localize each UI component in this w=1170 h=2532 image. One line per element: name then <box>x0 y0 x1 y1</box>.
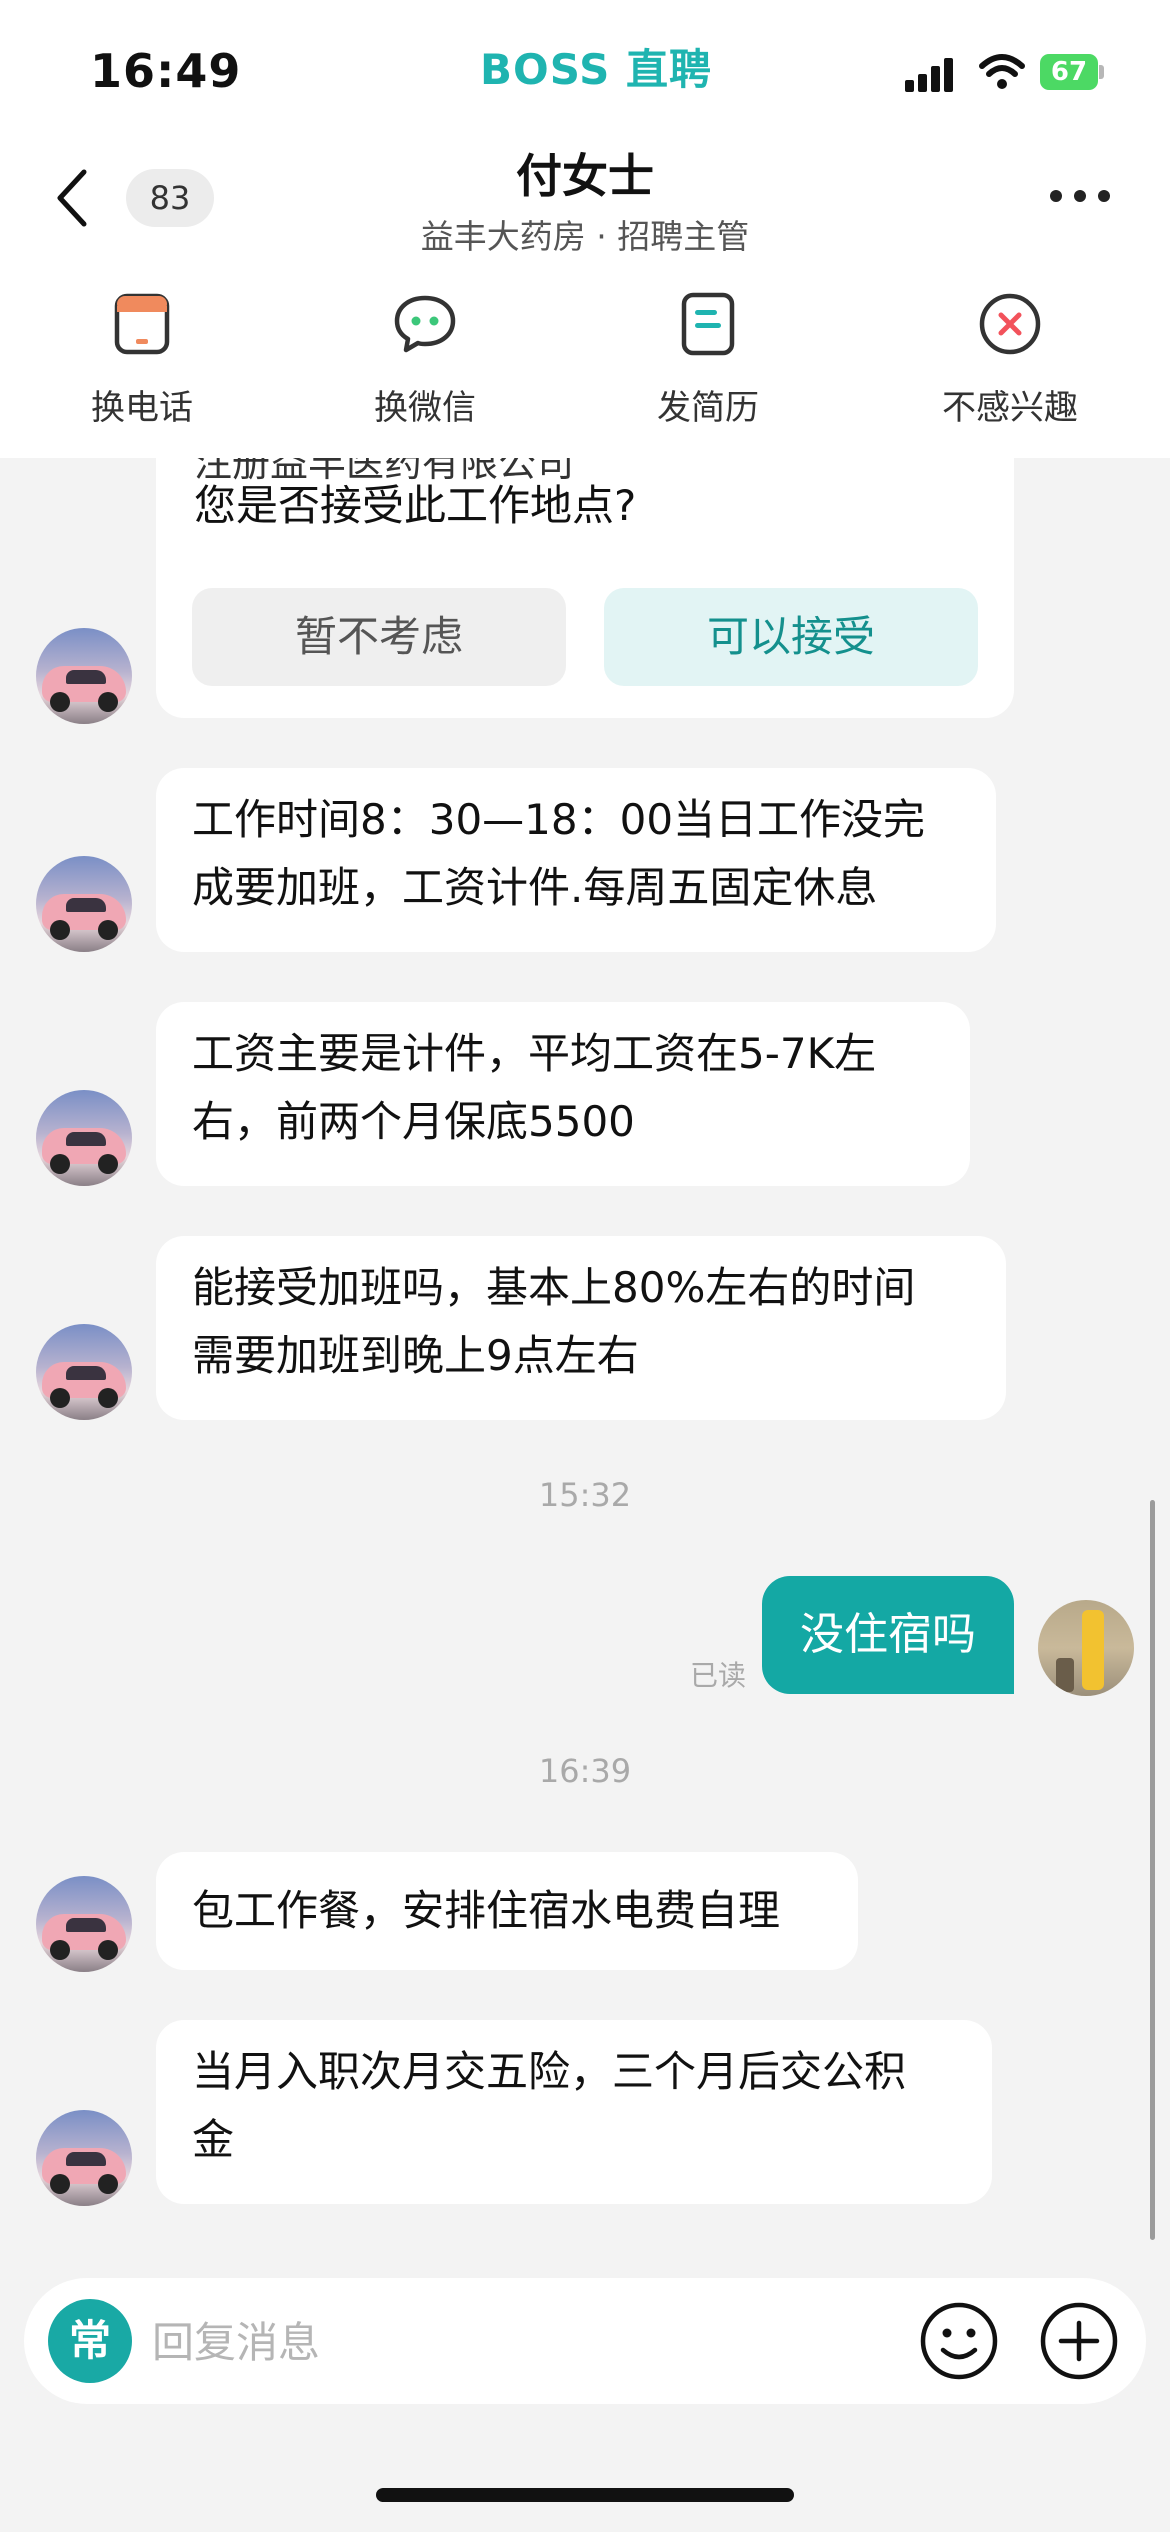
emoji-button[interactable] <box>918 2300 1000 2382</box>
not-interested-icon <box>979 293 1041 355</box>
message-line: 成要加班，工资计件.每周五固定休息 <box>192 863 878 912</box>
my-avatar[interactable] <box>1038 1600 1134 1696</box>
accept-location-button[interactable]: 可以接受 <box>604 588 978 686</box>
message-bubble: 工资主要是计件，平均工资在5-7K左 右，前两个月保底5500 <box>156 1002 970 1186</box>
message-line: 能接受加班吗，基本上80%左右的时间 <box>192 1263 916 1312</box>
action-label: 换微信 <box>374 388 476 428</box>
read-status: 已读 <box>690 1659 747 1692</box>
message-line: 需要加班到晚上9点左右 <box>192 1331 639 1380</box>
exchange-wechat-button[interactable]: 换微信 <box>325 292 525 432</box>
home-indicator[interactable] <box>376 2488 794 2502</box>
battery-level: 67 <box>1040 54 1098 90</box>
message-line: 当月入职次月交五险，三个月后交公积 <box>192 2047 907 2096</box>
app-brand: BOSS 直聘 <box>480 45 712 94</box>
wechat-icon <box>394 295 456 353</box>
phone-card-icon <box>114 293 170 355</box>
chat-scrollbar[interactable] <box>1150 1500 1155 2240</box>
message-line: 右，前两个月保底5500 <box>192 1097 635 1146</box>
message-line: 工资主要是计件，平均工资在5-7K左 <box>192 1029 877 1078</box>
decline-location-button[interactable]: 暂不考虑 <box>192 588 566 686</box>
contact-company-title: 益丰大药房 · 招聘主管 <box>420 217 750 256</box>
action-label: 发简历 <box>657 388 759 428</box>
recruiter-avatar[interactable] <box>36 1090 132 1186</box>
wifi-icon <box>978 52 1026 92</box>
message-bubble: 当月入职次月交五险，三个月后交公积 金 <box>156 2020 992 2204</box>
recruiter-avatar[interactable] <box>36 2110 132 2206</box>
status-time: 16:49 <box>90 44 242 98</box>
card-question: 您是否接受此工作地点? <box>194 481 637 530</box>
reply-message-input[interactable] <box>150 2298 894 2386</box>
chat-message-list[interactable]: 注册益丰医药有限公司 您是否接受此工作地点? 暂不考虑 可以接受 工作时间8：3… <box>0 458 1170 2254</box>
contact-name: 付女士 <box>516 149 654 203</box>
recruiter-avatar[interactable] <box>36 1324 132 1420</box>
message-line: 包工作餐，安排住宿水电费自理 <box>192 1886 781 1935</box>
send-resume-button[interactable]: 发简历 <box>608 292 808 432</box>
battery-icon: 67 <box>1040 54 1104 90</box>
plus-icon <box>1040 2302 1118 2380</box>
more-options-button[interactable] <box>1050 190 1110 204</box>
recruiter-avatar[interactable] <box>36 628 132 724</box>
exchange-phone-button[interactable]: 换电话 <box>42 292 242 432</box>
action-label: 换电话 <box>91 388 193 428</box>
message-line: 金 <box>192 2115 235 2164</box>
not-interested-button[interactable]: 不感兴趣 <box>910 292 1110 432</box>
resume-icon <box>681 292 735 356</box>
message-bubble: 能接受加班吗，基本上80%左右的时间 需要加班到晚上9点左右 <box>156 1236 1006 1420</box>
add-attachment-button[interactable] <box>1038 2300 1120 2382</box>
common-phrases-button[interactable]: 常 <box>48 2299 132 2383</box>
message-bubble: 包工作餐，安排住宿水电费自理 <box>156 1852 858 1970</box>
message-bubble: 工作时间8：30—18：00当日工作没完 成要加班，工资计件.每周五固定休息 <box>156 768 996 952</box>
timestamp-separator: 16:39 <box>538 1752 632 1790</box>
timestamp-separator: 15:32 <box>538 1476 632 1514</box>
action-label: 不感兴趣 <box>942 388 1078 428</box>
recruiter-avatar[interactable] <box>36 856 132 952</box>
recruiter-avatar[interactable] <box>36 1876 132 1972</box>
cellular-signal-icon <box>905 58 955 92</box>
smiley-icon <box>920 2302 998 2380</box>
message-line: 工作时间8：30—18：00当日工作没完 <box>192 795 926 844</box>
my-message-bubble: 没住宿吗 <box>762 1576 1014 1694</box>
